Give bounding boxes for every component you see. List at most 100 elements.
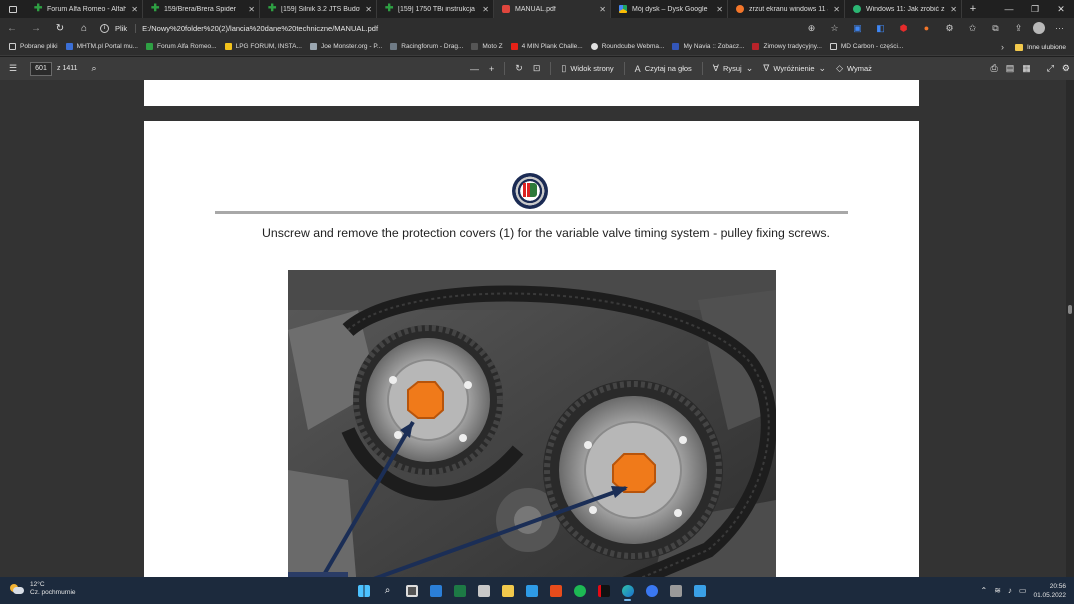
save-icon[interactable]: ▤ [1006,63,1015,74]
close-tab-icon[interactable]: ✕ [365,5,372,14]
zoom-icon[interactable]: ⊕ [803,21,820,35]
chevron-up-icon[interactable]: ⌃ [980,586,987,595]
close-tab-icon[interactable]: ✕ [833,5,840,14]
volume-icon[interactable]: ♪ [1008,586,1012,595]
tab-1[interactable]: ✚ Forum Alfa Romeo - Alfaholicy ✕ [26,0,143,18]
photos-button[interactable] [690,580,709,601]
address-field[interactable]: i Plik E:/Nowy%20folder%20(2)/lancia%20d… [100,20,880,36]
edge-button[interactable] [618,580,637,601]
widgets-button[interactable] [426,580,445,601]
bookmark-item[interactable]: 4 MIN Plank Challe... [508,43,586,50]
restore-icon[interactable]: ❐ [1022,0,1048,18]
zoom-out-icon[interactable]: — [470,64,479,74]
bookmark-item[interactable]: Roundcube Webma... [588,43,668,50]
tab-4[interactable]: ✚ [159] 1750 TBi instrukcja w ✕ [377,0,494,18]
more-icon[interactable]: ··· [1051,21,1068,35]
other-favorites[interactable]: Inne ulubione [1014,38,1066,56]
collections-icon[interactable]: ⧉ [987,21,1004,35]
bookmark-item[interactable]: MHTM.pl Portal mu... [63,43,141,50]
translate-icon[interactable]: ▣ [849,21,866,35]
zoom-in-icon[interactable]: + [489,64,494,74]
bookmark-item[interactable]: Joe Monster.org - P... [307,43,385,50]
bookmark-item[interactable]: Moto Z [468,43,505,50]
print-icon[interactable]: ⎙ [990,63,997,74]
bookmark-item[interactable]: Zimowy tradycyjny... [749,43,824,50]
close-window-icon[interactable]: ✕ [1048,0,1074,18]
tab-actions-button[interactable] [0,0,26,18]
tab-7[interactable]: zrzut ekranu windows 11 a ✕ [728,0,845,18]
divider [623,62,625,75]
erase-label: Wymaż [846,64,872,73]
spotify-button[interactable] [570,580,589,601]
close-tab-icon[interactable]: ✕ [716,5,723,14]
draw-button[interactable]: ∀ Rysuj ⌄ [713,63,753,74]
close-tab-icon[interactable]: ✕ [950,5,957,14]
calculator-button[interactable] [474,580,493,601]
close-tab-icon[interactable]: ✕ [482,5,489,14]
terminal-button[interactable] [666,580,685,601]
bookmark-item[interactable]: Racingforum - Drag... [387,43,466,50]
back-icon[interactable]: ← [0,23,24,34]
chevron-down-icon[interactable]: ⌄ [746,63,754,74]
file-explorer-button[interactable] [498,580,517,601]
mail-button[interactable] [522,580,541,601]
read-aloud-button[interactable]: A Czytaj na głos [635,64,692,74]
scrollbar-thumb[interactable] [1068,305,1072,314]
office-button[interactable] [546,580,565,601]
page-view-button[interactable]: ▯ Widok strony [561,63,613,74]
forward-icon[interactable]: → [24,23,48,34]
close-tab-icon[interactable]: ✕ [248,5,255,14]
battery-icon[interactable]: ▭ [1019,586,1027,595]
chevron-down-icon[interactable]: ⌄ [819,63,827,74]
page-number-input[interactable]: 601 [30,61,52,76]
add-favorite-icon[interactable]: ☆ [826,21,843,35]
url-text[interactable]: E:/Nowy%20folder%20(2)/lancia%20dane%20t… [142,24,378,33]
extension-icon[interactable]: ● [918,21,935,35]
adblock-icon[interactable]: ⬢ [895,21,912,35]
messenger-button[interactable] [642,580,661,601]
save-as-icon[interactable]: ▦ [1022,63,1031,74]
excel-button[interactable] [450,580,469,601]
fullscreen-icon[interactable]: ⤢ [1047,63,1054,74]
tab-5-active[interactable]: MANUAL.pdf ✕ [494,0,611,18]
task-view-button[interactable] [402,580,421,601]
extension-icon[interactable]: ◧ [872,21,889,35]
tab-3[interactable]: ✚ [159] Silnik 3.2 JTS Budowa ✕ [260,0,377,18]
bookmark-item[interactable]: Pobrane pliki [6,43,61,50]
info-icon[interactable]: i [100,23,109,33]
vertical-scrollbar[interactable] [1066,80,1074,577]
rotate-icon[interactable]: ↻ [515,63,523,74]
weather-widget[interactable]: 12°C Cz. pochmurnie [10,581,76,597]
bookmark-item[interactable]: MD Carbon - części... [827,43,907,50]
start-button[interactable] [354,580,373,601]
close-tab-icon[interactable]: ✕ [131,5,138,14]
close-tab-icon[interactable]: ✕ [599,5,606,14]
search-icon[interactable]: ⌕ [92,63,97,74]
bookmark-label: MD Carbon - części... [840,43,904,50]
refresh-icon[interactable]: ↻ [48,23,72,34]
tab-8[interactable]: Windows 11: Jak zrobić zrz ✕ [845,0,962,18]
fit-page-icon[interactable]: ⊡ [533,63,541,74]
document-viewport[interactable]: Unscrew and remove the protection covers… [0,80,1074,577]
extensions-icon[interactable]: ⚙ [941,21,958,35]
chevron-right-icon[interactable]: › [1001,42,1004,52]
share-icon[interactable]: ⇪ [1010,21,1027,35]
bookmark-item[interactable]: LPG FORUM, INSTA... [222,43,305,50]
new-tab-button[interactable]: + [962,3,984,15]
wifi-icon[interactable]: ≋ [994,586,1001,595]
table-of-contents-icon[interactable]: ☰ [0,63,26,74]
home-icon[interactable]: ⌂ [72,23,96,34]
favorites-icon[interactable]: ✩ [964,21,981,35]
tab-2[interactable]: ✚ 159/Brera/Brera Spider ✕ [143,0,260,18]
bookmark-item[interactable]: Forum Alfa Romeo... [143,43,220,50]
profile-avatar[interactable] [1033,22,1045,34]
tab-6[interactable]: Mój dysk – Dysk Google ✕ [611,0,728,18]
search-button[interactable]: ⌕ [378,580,397,601]
erase-button[interactable]: ◇ Wymaż [836,63,872,74]
highlight-button[interactable]: ∇ Wyróżnienie ⌄ [763,63,826,74]
settings-icon[interactable]: ⚙ [1062,63,1070,74]
clock[interactable]: 20:56 01.05.2022 [1033,582,1066,600]
bookmark-item[interactable]: My Navia :: Zobacz... [669,43,747,50]
minimize-icon[interactable]: — [996,0,1022,18]
netflix-button[interactable] [594,580,613,601]
